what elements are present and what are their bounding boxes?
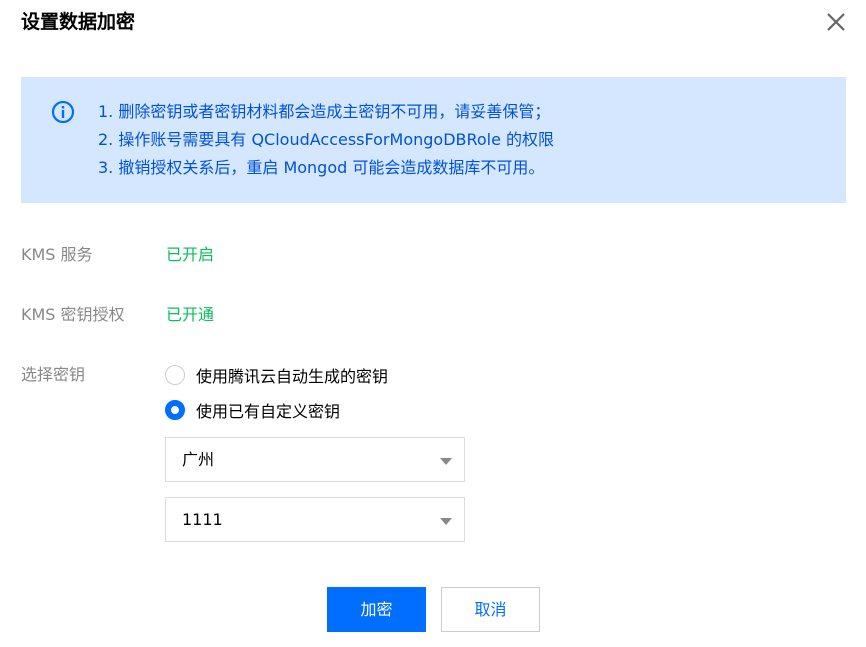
notice-list: 1. 删除密钥或者密钥材料都会造成主密钥不可用，请妥善保管； 2. 操作账号需要…: [98, 98, 554, 182]
info-circle-icon: [51, 100, 75, 124]
notice-banner: 1. 删除密钥或者密钥材料都会造成主密钥不可用，请妥善保管； 2. 操作账号需要…: [21, 77, 846, 203]
cancel-button[interactable]: 取消: [441, 587, 540, 632]
notice-line: 1. 删除密钥或者密钥材料都会造成主密钥不可用，请妥善保管；: [98, 102, 551, 121]
encrypt-button[interactable]: 加密: [327, 587, 426, 632]
kms-auth-label: KMS 密钥授权: [21, 305, 125, 324]
region-select[interactable]: 广州: [165, 437, 465, 482]
close-icon[interactable]: [824, 10, 848, 34]
select-key-label: 选择密钥: [21, 365, 86, 384]
kms-service-label: KMS 服务: [21, 245, 93, 264]
caret-down-icon: [440, 518, 452, 525]
key-select[interactable]: 1111: [165, 497, 465, 542]
kms-auth-status: 已开通: [166, 305, 215, 324]
notice-line: 2. 操作账号需要具有 QCloudAccessForMongoDBRole 的…: [98, 130, 555, 149]
radio-label: 使用腾讯云自动生成的密钥: [196, 367, 389, 386]
region-select-value: 广州: [182, 450, 215, 469]
notice-line: 3. 撤销授权关系后，重启 Mongod 可能会造成数据库不可用。: [98, 158, 545, 177]
radio-label: 使用已有自定义密钥: [196, 402, 341, 421]
encryption-dialog: 设置数据加密 1. 删除密钥或者密钥材料都会造成主密钥不可用，请妥善保管； 2.…: [0, 0, 866, 647]
radio-unchecked-icon[interactable]: [165, 365, 185, 385]
radio-auto-generated-key[interactable]: 使用腾讯云自动生成的密钥: [165, 363, 388, 387]
caret-down-icon: [440, 458, 452, 465]
dialog-title: 设置数据加密: [21, 11, 136, 33]
kms-service-status: 已开启: [166, 245, 215, 264]
radio-checked-icon[interactable]: [165, 400, 185, 420]
key-select-value: 1111: [182, 510, 223, 529]
radio-custom-key[interactable]: 使用已有自定义密钥: [165, 398, 340, 422]
